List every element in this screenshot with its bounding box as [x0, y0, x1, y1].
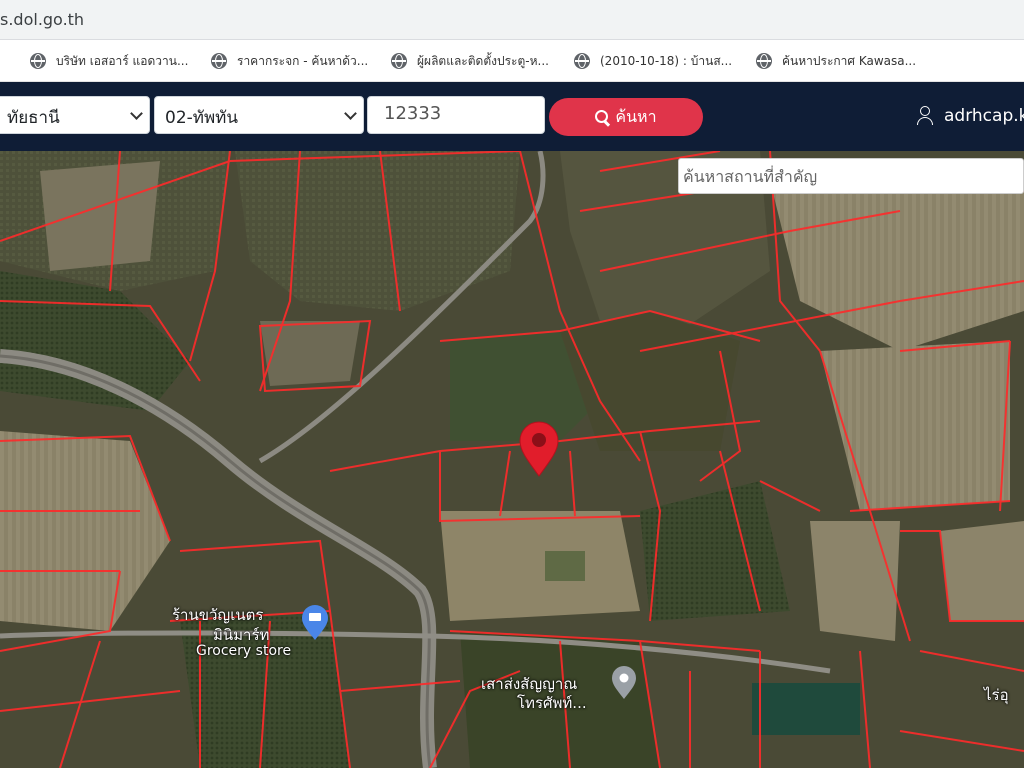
place-search-input[interactable] — [678, 158, 1024, 194]
user-icon — [916, 106, 934, 126]
globe-icon — [211, 53, 227, 69]
map-label-tower: โทรศัพท์... — [517, 694, 587, 712]
map-label-grocery: Grocery store — [196, 643, 292, 659]
field-patch — [40, 161, 160, 271]
bookmarks-bar: บริษัท เอสอาร์ แอดวาน... ราคากระจก - ค้น… — [0, 40, 1024, 82]
chevron-down-icon — [344, 107, 357, 120]
bookmark-item[interactable]: ผู้ผลิตและติดตั้งประตู-ห... — [391, 52, 549, 70]
field-patch — [260, 321, 360, 386]
parcel-map[interactable]: ร้านขวัญเนตร มินิมาร์ท Grocery store เสา… — [0, 151, 1024, 768]
province-value: ทัยธานี — [7, 108, 60, 128]
map-label-edge: ไร่อุ — [984, 686, 1009, 704]
search-icon — [595, 110, 609, 124]
bookmark-item[interactable]: บริษัท เอสอาร์ แอดวาน... — [30, 52, 188, 70]
field-patch — [440, 511, 640, 621]
bookmark-label: ค้นหาประกาศ Kawasa... — [782, 53, 917, 68]
district-select[interactable]: 02-ทัพทัน — [154, 96, 364, 134]
url-text[interactable]: s.dol.go.th — [0, 10, 84, 29]
globe-icon — [30, 53, 46, 69]
field-patch — [545, 551, 585, 581]
bookmark-item[interactable]: (2010-10-18) : บ้านส... — [574, 52, 732, 70]
bookmark-item[interactable]: ค้นหาประกาศ Kawasa... — [756, 52, 916, 70]
bookmark-label: (2010-10-18) : บ้านส... — [600, 53, 733, 68]
search-navbar: ทัยธานี 02-ทัพทัน 12333 ค้นหา adrhcap.k — [0, 82, 1024, 151]
bookmark-label: บริษัท เอสอาร์ แอดวาน... — [56, 53, 189, 68]
globe-icon — [574, 53, 590, 69]
user-menu[interactable]: adrhcap.k — [916, 106, 1024, 126]
search-button-label: ค้นหา — [615, 106, 657, 126]
search-button[interactable]: ค้นหา — [549, 98, 703, 136]
province-select[interactable]: ทัยธานี — [0, 96, 150, 134]
field-patch — [810, 521, 900, 641]
field-patch — [940, 521, 1024, 621]
globe-icon — [391, 53, 407, 69]
user-name: adrhcap.k — [944, 106, 1024, 126]
chevron-down-icon — [130, 107, 143, 120]
district-value: 02-ทัพทัน — [165, 108, 239, 128]
bookmark-item[interactable]: ราคากระจก - ค้นหาด้ว... — [211, 52, 368, 70]
globe-icon — [756, 53, 772, 69]
address-bar[interactable]: s.dol.go.th — [0, 0, 1024, 40]
bookmark-label: ผู้ผลิตและติดตั้งประตู-ห... — [417, 53, 549, 68]
bookmark-label: ราคากระจก - ค้นหาด้ว... — [237, 53, 369, 68]
pond — [752, 683, 860, 735]
parcel-number-input[interactable]: 12333 — [367, 96, 545, 134]
parcel-number-value: 12333 — [384, 103, 442, 124]
